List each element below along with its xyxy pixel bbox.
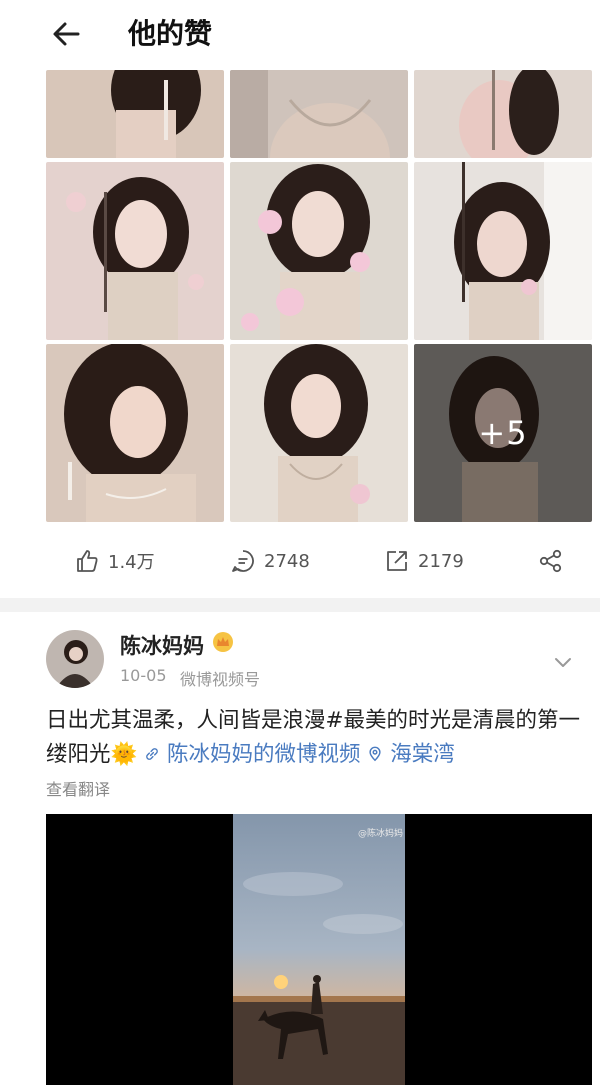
chevron-down-icon[interactable] (551, 650, 575, 674)
thumbs-up-icon (77, 550, 98, 572)
crown-icon (213, 632, 233, 652)
post-source[interactable]: 微博视频号 (180, 666, 260, 690)
link-icon (146, 748, 158, 760)
post-date: 10-05 (120, 666, 167, 685)
comment-icon (232, 550, 254, 572)
comment-count: 2748 (264, 550, 310, 572)
photo-thumbnail[interactable] (230, 344, 408, 522)
top-bar: 他的赞 (0, 0, 600, 70)
sun-emoji: 🌞 (110, 742, 138, 767)
share-icon (539, 549, 562, 573)
video-watermark: @陈冰妈妈 (358, 829, 404, 839)
photo-thumbnail[interactable] (414, 70, 592, 158)
photo-thumbnail[interactable] (46, 162, 224, 340)
photo-thumbnail[interactable] (414, 162, 592, 340)
video-link[interactable]: 陈冰妈妈的微博视频 (144, 742, 361, 767)
more-photos-count: +5 (478, 414, 528, 452)
video-link-label: 陈冰妈妈的微博视频 (166, 742, 361, 767)
photo-thumbnail[interactable] (46, 344, 224, 522)
translate-link[interactable]: 查看翻译 (46, 776, 110, 800)
video-player[interactable]: @陈冰妈妈 (46, 814, 592, 1085)
comment-button[interactable]: 2748 (230, 535, 310, 587)
photo-thumbnail[interactable] (230, 70, 408, 158)
avatar[interactable] (46, 630, 104, 688)
feed-divider (0, 598, 600, 612)
photo-thumbnail[interactable] (230, 162, 408, 340)
location-label: 海棠湾 (390, 742, 455, 767)
like-button[interactable]: 1.4万 (74, 535, 155, 587)
action-bar: 1.4万 2748 2179 (0, 535, 600, 587)
repost-icon (387, 551, 407, 571)
share-button[interactable] (538, 535, 564, 587)
video-frame (233, 814, 405, 1085)
page-title: 他的赞 (128, 17, 213, 50)
photo-thumbnail-more[interactable]: +5 (414, 344, 592, 522)
location-link[interactable]: 海棠湾 (367, 742, 455, 767)
repost-button[interactable]: 2179 (384, 535, 464, 587)
arrow-left-icon (53, 22, 80, 46)
repost-count: 2179 (418, 550, 464, 572)
photo-thumbnail[interactable] (46, 70, 224, 158)
author-name[interactable]: 陈冰妈妈 (120, 630, 204, 660)
back-button[interactable] (48, 14, 88, 54)
post-text: 日出尤其温柔，人间皆是浪漫#最美的时光是清晨的第一缕阳光🌞 陈冰妈妈的微博视频 … (46, 704, 594, 772)
photo-grid: +5 (46, 70, 592, 522)
like-count: 1.4万 (108, 552, 155, 573)
location-pin-icon (369, 746, 381, 762)
